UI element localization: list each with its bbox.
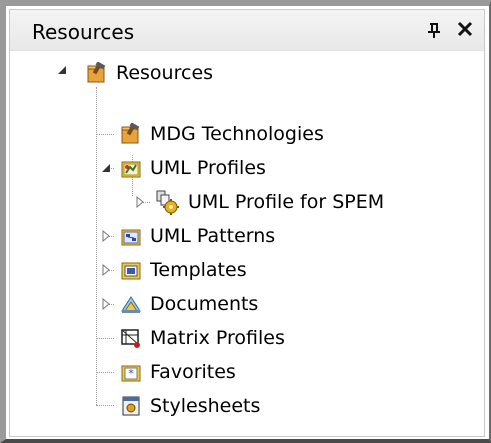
close-icon	[457, 21, 473, 37]
matrix-profiles-icon	[121, 329, 140, 348]
tree-connector	[96, 372, 114, 373]
tree-item-label: Matrix Profiles	[150, 327, 285, 349]
mdg-technologies-icon	[121, 123, 140, 144]
tree-item-label: Documents	[150, 293, 259, 315]
uml-profile-spem-icon	[156, 190, 179, 215]
stylesheets-icon	[122, 396, 140, 416]
favorites-icon: *	[121, 365, 141, 382]
tree-item-documents[interactable]: Documents	[120, 287, 258, 321]
pin-icon	[428, 23, 440, 38]
tree-item-label: Favorites	[150, 361, 236, 383]
resources-icon	[87, 62, 106, 83]
tree-item-templates[interactable]: Templates	[120, 253, 247, 287]
tree-item-label: Stylesheets	[150, 395, 261, 417]
tree-item-mdg-technologies[interactable]: MDG Technologies	[120, 117, 324, 151]
tree-item-uml-profile-spem[interactable]: UML Profile for SPEM	[154, 185, 384, 219]
svg-text:*: *	[128, 367, 134, 380]
expand-arrow-icon[interactable]	[134, 196, 146, 208]
resources-window: Resources Resources MDG Technologies UML…	[0, 0, 491, 443]
tree-connector	[96, 134, 114, 135]
tree-item-label: UML Profile for SPEM	[188, 191, 385, 213]
collapse-arrow-icon[interactable]	[100, 162, 112, 174]
tree-item-matrix-profiles[interactable]: Matrix Profiles	[120, 321, 285, 355]
resources-tree: Resources MDG Technologies UML Profiles …	[10, 50, 484, 436]
tree-item-label: Resources	[116, 62, 214, 84]
tree-item-uml-profiles[interactable]: UML Profiles	[120, 151, 266, 185]
uml-profiles-icon	[121, 161, 141, 178]
pin-button[interactable]	[422, 18, 446, 42]
tree-connector	[96, 405, 114, 406]
expand-arrow-icon[interactable]	[100, 230, 112, 242]
expand-arrow-icon[interactable]	[100, 264, 112, 276]
close-button[interactable]	[452, 16, 478, 42]
tree-item-label: UML Patterns	[150, 225, 276, 247]
panel-title: Resources	[32, 20, 135, 44]
tree-item-label: MDG Technologies	[150, 123, 324, 145]
uml-patterns-icon	[121, 229, 141, 246]
tree-item-label: UML Profiles	[150, 157, 266, 179]
resources-panel: Resources Resources MDG Technologies UML…	[9, 9, 485, 437]
expand-arrow-icon[interactable]	[100, 298, 112, 310]
tree-item-label: Templates	[150, 259, 247, 281]
collapse-arrow-icon[interactable]	[56, 64, 68, 76]
tree-connector	[96, 338, 114, 339]
tree-item-favorites[interactable]: * Favorites	[120, 355, 236, 389]
documents-icon	[121, 296, 141, 313]
templates-icon	[121, 262, 141, 280]
tree-item-resources[interactable]: Resources	[86, 56, 213, 90]
tree-item-stylesheets[interactable]: Stylesheets	[120, 389, 260, 423]
panel-titlebar: Resources	[10, 10, 484, 51]
tree-item-uml-patterns[interactable]: UML Patterns	[120, 219, 275, 253]
